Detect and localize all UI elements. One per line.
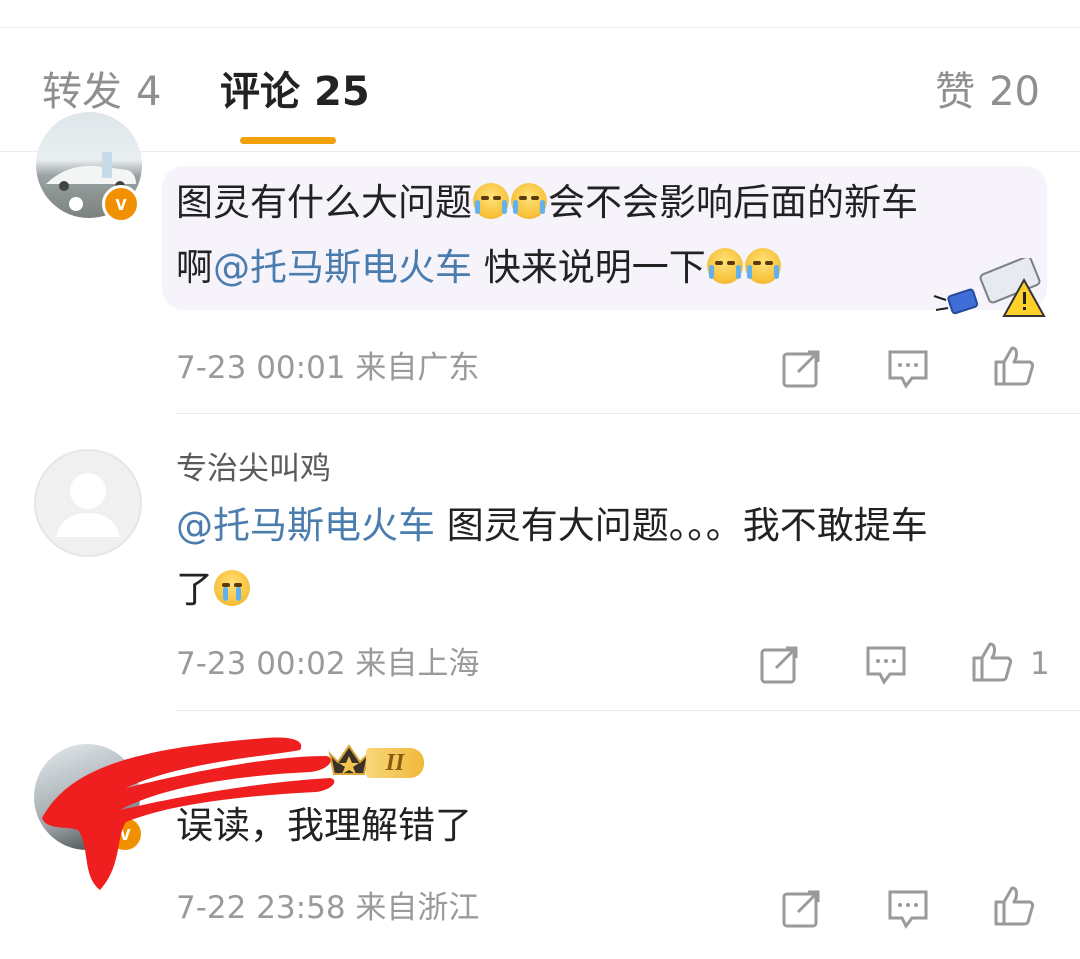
- level-badge: II: [326, 744, 432, 780]
- reply-icon[interactable]: [886, 346, 930, 390]
- comment-2-meta: 7-23 00:02 来自上海: [176, 644, 479, 684]
- comment-1-text-part: 啊: [176, 246, 213, 289]
- comment-3-time: 7-22 23:58: [176, 890, 346, 926]
- comment-1-text-part: 会不会影响后面的新车: [548, 181, 918, 224]
- comment-1-text-line2: 啊@托马斯电火车 快来说明一下: [176, 236, 782, 300]
- tab-like[interactable]: 赞 20: [935, 66, 1040, 118]
- laughing-crying-emoji-icon: [511, 183, 547, 219]
- tab-bar: 转发 4 评论 25 赞 20: [0, 0, 1080, 152]
- comment-3-meta: 7-22 23:58 来自浙江: [176, 888, 479, 928]
- tab-comment[interactable]: 评论 25: [220, 66, 370, 118]
- verified-badge-icon: v: [102, 185, 140, 223]
- reply-icon[interactable]: [886, 886, 930, 930]
- tab-like-label: 赞: [935, 69, 976, 115]
- tabs-divider: [0, 151, 1080, 152]
- comment-2-time: 7-23 00:02: [176, 646, 346, 682]
- comment-1-mention-link[interactable]: @托马斯电火车: [213, 246, 472, 289]
- comment-divider: [176, 413, 1080, 414]
- verified-badge-icon: v: [106, 815, 144, 853]
- comment-2-like-count: 1: [1030, 646, 1050, 682]
- crying-emoji-icon: [214, 570, 250, 606]
- tab-repost-label: 转发: [42, 69, 122, 115]
- comment-1-text-part: 图灵有什么大问题: [176, 181, 472, 224]
- comment-2-text-part: 了: [176, 568, 213, 611]
- comment-2-text-part: 图灵有大问题。。。我不敢提车: [435, 504, 928, 547]
- tab-repost[interactable]: 转发 4: [42, 66, 161, 118]
- comment-2-text-line2: 了: [176, 558, 251, 622]
- comment-1-meta: 7-23 00:01 来自广东: [176, 348, 479, 388]
- comment-2-username[interactable]: 专治尖叫鸡: [176, 449, 331, 489]
- cover-mouth-crying-emoji-icon: [706, 248, 743, 284]
- laughing-crying-emoji-icon: [473, 183, 509, 219]
- active-tab-indicator: [240, 137, 336, 144]
- comment-divider: [176, 710, 1080, 711]
- comment-3-text: 误读，我理解错了: [176, 804, 472, 847]
- like-thumb-icon[interactable]: [992, 344, 1036, 388]
- reply-icon[interactable]: [864, 642, 908, 686]
- comment-3-location: 来自浙江: [355, 890, 480, 926]
- comment-2-avatar[interactable]: [34, 449, 142, 557]
- repost-icon[interactable]: [780, 346, 824, 390]
- comment-1-text-part: 快来说明一下: [472, 246, 706, 289]
- comment-1-time: 7-23 00:01: [176, 350, 346, 386]
- comment-1-text-line1: 图灵有什么大问题 会不会影响后面的新车: [176, 171, 918, 235]
- tab-repost-count: 4: [136, 69, 162, 115]
- comment-2-mention-link[interactable]: @托马斯电火车: [176, 504, 435, 547]
- tab-like-count: 20: [989, 69, 1040, 115]
- repost-icon[interactable]: [780, 886, 824, 930]
- default-user-icon: [56, 473, 120, 537]
- tab-comment-label: 评论: [220, 69, 300, 115]
- like-thumb-icon[interactable]: [970, 640, 1014, 684]
- comment-1-location: 来自广东: [355, 350, 480, 386]
- comment-2-location: 来自上海: [355, 646, 480, 682]
- repost-icon[interactable]: [758, 642, 802, 686]
- comment-2-text-line1: @托马斯电火车 图灵有大问题。。。我不敢提车: [176, 494, 928, 558]
- tab-comment-count: 25: [314, 69, 370, 115]
- like-thumb-icon[interactable]: [992, 884, 1036, 928]
- level-badge-text: II: [366, 748, 424, 778]
- cover-mouth-crying-emoji-icon: [744, 248, 781, 284]
